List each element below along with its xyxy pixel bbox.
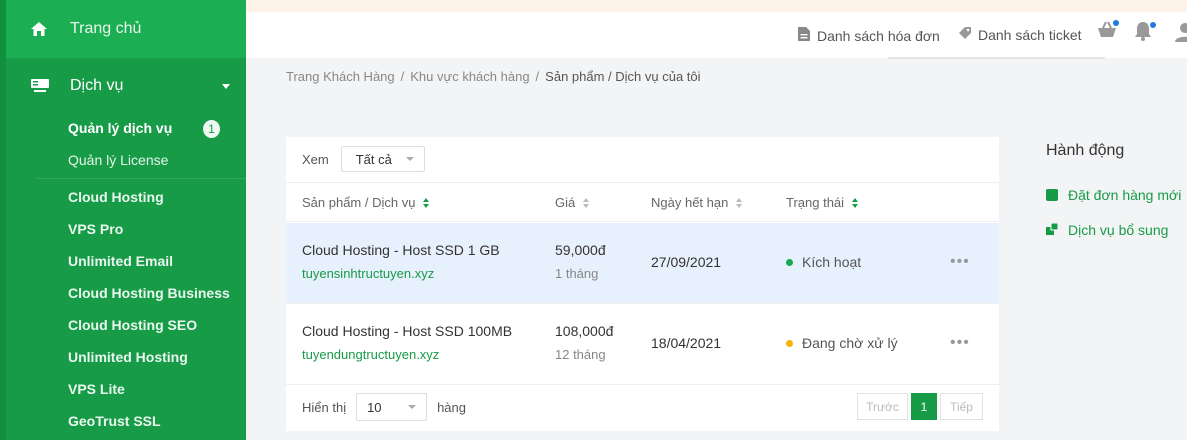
column-header-status-label: Trạng thái [786,195,845,210]
services-count-badge: 1 [203,120,220,138]
price-value: 59,000đ [555,242,606,258]
sort-icon [423,197,430,208]
product-name: Cloud Hosting - Host SSD 100MB [302,323,513,339]
table-row[interactable]: Cloud Hosting - Host SSD 100MB tuyendung… [286,304,999,385]
status-label: Đang chờ xử lý [802,335,898,351]
sort-icon [852,197,859,208]
status-dot-icon [786,258,793,266]
chevron-down-icon [408,405,417,409]
status-dot-icon [786,339,793,347]
chevron-down-icon [222,84,230,89]
breadcrumb-separator: / [535,69,540,84]
server-icon [30,78,64,94]
document-icon [797,26,811,45]
breadcrumb-current: Sản phẩm / Dịch vụ của tôi [545,69,701,84]
page-size-select[interactable]: 10 [356,393,428,421]
price-cell: 59,000đ 1 tháng [555,242,606,281]
pagination-prev-button[interactable]: Trước [857,393,908,420]
addon-icon [1046,222,1059,238]
column-header-product-label: Sản phẩm / Dịch vụ [302,195,416,210]
view-filter-value: Tất cả [355,151,392,167]
page-size-label: Hiển thị [302,399,347,415]
sidebar-product-item[interactable]: Unlimited Hosting [68,349,188,365]
view-filter-label: Xem [302,151,329,167]
product-domain-link[interactable]: tuyendungtructuyen.xyz [302,347,512,362]
order-icon [1046,189,1058,201]
rows-label: hàng [437,399,466,415]
sidebar-product-item[interactable]: GeoTrust SSL [68,413,161,429]
sidebar-subitem-manage-license[interactable]: Quản lý License [68,152,168,168]
services-card: Xem Tất cả Sản phẩm / Dịch vụ Giá Ngày h… [286,137,999,431]
product-cell: Cloud Hosting - Host SSD 100MB tuyendung… [302,323,512,362]
sidebar-item-services-label: Dịch vụ [70,77,124,94]
sidebar-product-item[interactable]: Cloud Hosting [68,189,164,205]
expiry-date: 18/04/2021 [651,335,722,351]
breadcrumb-item[interactable]: Trang Khách Hàng [286,69,395,84]
column-header-expiry-label: Ngày hết hạn [651,195,729,210]
breadcrumb: Trang Khách Hàng / Khu vực khách hàng / … [286,69,701,84]
home-icon [30,21,64,37]
column-header-price-label: Giá [555,195,576,210]
user-icon[interactable] [1175,20,1187,45]
actions-title: Hành động [1046,142,1125,159]
page-size-value: 10 [367,399,382,415]
tickets-link-label: Danh sách ticket [978,26,1082,43]
sidebar-product-item[interactable]: VPS Lite [68,381,125,397]
expiry-date: 27/09/2021 [651,254,722,270]
status-badge: Đang chờ xử lý [786,335,898,351]
sort-icon [583,197,590,208]
status-label: Kích hoạt [802,254,862,270]
sidebar-divider [36,178,246,179]
product-domain-link[interactable]: tuyensinhtructuyen.xyz [302,266,500,281]
invoices-link-label: Danh sách hóa đơn [817,27,940,44]
sidebar-product-item[interactable]: VPS Pro [68,221,123,237]
table-footer: Hiển thị 10 hàng [302,393,466,421]
bell-notification-dot [1150,22,1156,28]
price-cell: 108,000đ 12 tháng [555,323,613,362]
sidebar-product-item[interactable]: Cloud Hosting SEO [68,317,197,333]
sidebar-product-item[interactable]: Unlimited Email [68,253,173,269]
column-header-price[interactable]: Giá [555,195,590,210]
breadcrumb-separator: / [400,69,405,84]
invoices-link[interactable]: Danh sách hóa đơn [797,26,940,45]
sidebar-item-home[interactable]: Trang chủ [6,0,246,58]
sidebar-product-item[interactable]: Cloud Hosting Business [68,285,230,301]
table-header: Sản phẩm / Dịch vụ Giá Ngày hết hạn Trạn… [286,182,999,222]
column-header-status[interactable]: Trạng thái [786,195,859,210]
product-cell: Cloud Hosting - Host SSD 1 GB tuyensinht… [302,242,500,281]
status-badge: Kích hoạt [786,254,861,270]
more-options-icon[interactable]: ••• [950,253,970,271]
tag-icon [958,26,972,43]
sort-icon [736,197,743,208]
breadcrumb-item[interactable]: Khu vực khách hàng [410,69,529,84]
addon-services-link[interactable]: Dịch vụ bổ sung [1046,222,1168,238]
column-header-product[interactable]: Sản phẩm / Dịch vụ [302,195,430,210]
pagination-page-button[interactable]: 1 [911,393,937,420]
tickets-link[interactable]: Danh sách ticket [958,26,1082,43]
sidebar-item-home-label: Trang chủ [70,20,142,37]
product-name: Cloud Hosting - Host SSD 1 GB [302,242,500,258]
price-value: 108,000đ [555,323,614,339]
pagination-next-button[interactable]: Tiếp [940,393,983,420]
sidebar-subitem-manage-services[interactable]: Quản lý dịch vụ [68,120,172,136]
top-accent-strip [246,0,1187,12]
new-order-label: Đặt đơn hàng mới [1068,187,1182,203]
billing-period: 12 tháng [555,347,606,362]
table-row[interactable]: Cloud Hosting - Host SSD 1 GB tuyensinht… [286,223,999,304]
chevron-down-icon [405,157,414,161]
sidebar-item-services[interactable]: Dịch vụ [6,58,246,114]
column-header-expiry[interactable]: Ngày hết hạn [651,195,743,210]
view-filter-select[interactable]: Tất cả [340,146,425,172]
billing-period: 1 tháng [555,266,599,281]
pagination: Trước 1 Tiếp [857,393,983,420]
cart-notification-dot [1113,20,1119,26]
addon-services-label: Dịch vụ bổ sung [1068,222,1169,238]
view-filter: Xem Tất cả [302,146,425,172]
new-order-link[interactable]: Đặt đơn hàng mới [1046,187,1181,203]
header-underline [888,57,1105,59]
more-options-icon[interactable]: ••• [950,334,970,352]
